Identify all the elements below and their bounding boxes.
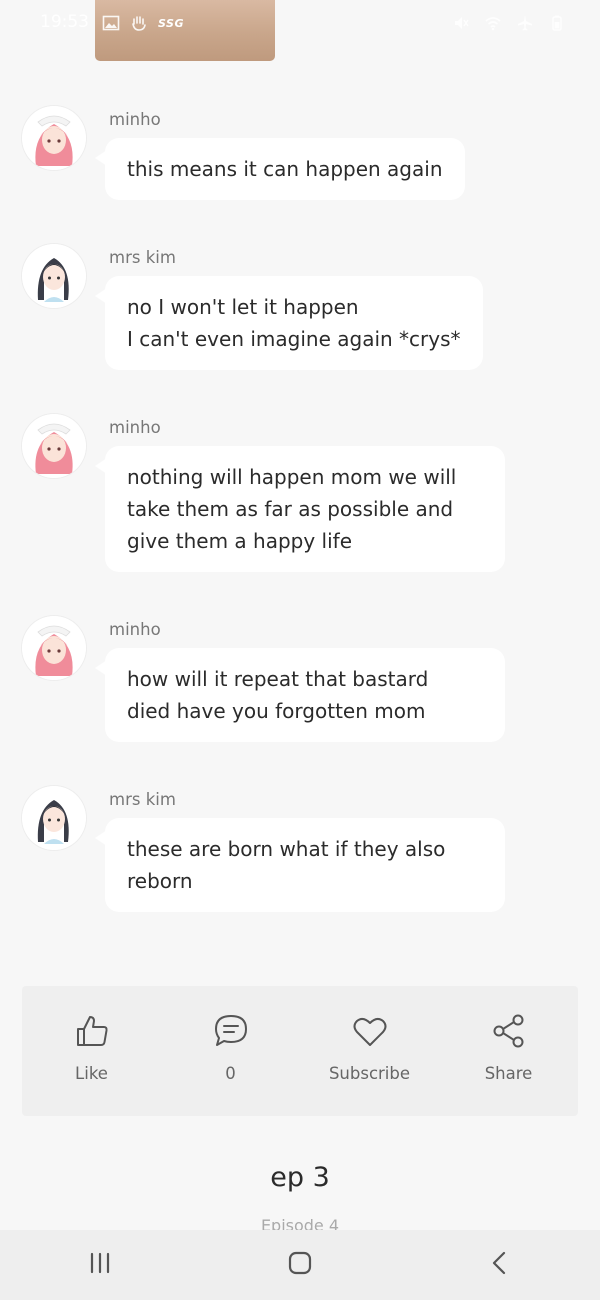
episode-title: ep 3	[270, 1162, 330, 1193]
next-episode-label[interactable]: Episode 4	[0, 1216, 600, 1230]
share-button[interactable]: Share	[439, 986, 578, 1116]
comment-icon	[212, 1012, 250, 1050]
message-text: these are born what if they also	[127, 837, 446, 861]
like-label: Like	[75, 1064, 108, 1083]
home-button[interactable]	[270, 1245, 330, 1285]
sender-name: minho	[109, 620, 161, 639]
pink-hair-avatar[interactable]	[22, 616, 86, 680]
system-nav-bar	[0, 1230, 600, 1300]
message-text: how will it repeat that bastard	[127, 667, 429, 691]
recent-apps-icon	[86, 1249, 114, 1281]
back-icon	[486, 1249, 514, 1281]
message-text: give them a happy life	[127, 529, 352, 553]
status-bar: 19:53 SSG	[0, 0, 600, 61]
comment-count: 0	[225, 1064, 236, 1083]
message-bubble: this means it can happen again	[95, 138, 465, 200]
wifi-icon	[484, 14, 502, 32]
sender-name: mrs kim	[109, 790, 176, 809]
message-text: reborn	[127, 869, 193, 893]
home-icon	[286, 1249, 314, 1281]
sender-name: minho	[109, 110, 161, 129]
heart-icon	[351, 1012, 389, 1050]
message-text: I can't even imagine again *crys*	[127, 327, 461, 351]
status-system-icons	[452, 14, 566, 32]
message-text: this means it can happen again	[127, 157, 443, 181]
message-bubble: these are born what if they also reborn	[95, 818, 505, 912]
recent-apps-button[interactable]	[70, 1245, 130, 1285]
share-label: Share	[484, 1064, 533, 1083]
message-bubble: nothing will happen mom we will take the…	[95, 446, 505, 572]
subscribe-label: Subscribe	[328, 1064, 411, 1083]
image-icon	[102, 14, 120, 32]
dark-hair-avatar[interactable]	[22, 244, 86, 308]
share-icon	[490, 1012, 528, 1050]
message-text: nothing will happen mom we will	[127, 465, 457, 489]
comment-button[interactable]: 0	[161, 986, 300, 1116]
episode-action-bar: Like 0 Subscribe Share	[22, 986, 578, 1116]
hand-icon	[130, 14, 148, 32]
pink-hair-avatar[interactable]	[22, 414, 86, 478]
message-bubble: no I won't let it happen I can't even im…	[95, 276, 483, 370]
message-bubble: how will it repeat that bastard died hav…	[95, 648, 505, 742]
status-time: 19:53	[40, 12, 89, 32]
battery-icon	[548, 14, 566, 32]
sender-name: mrs kim	[109, 248, 176, 267]
airplane-icon	[516, 14, 534, 32]
dark-hair-avatar[interactable]	[22, 786, 86, 850]
status-notification-icons: SSG	[102, 14, 184, 32]
message-text: no I won't let it happen	[127, 295, 359, 319]
message-text: take them as far as possible and	[127, 497, 454, 521]
message-text: died have you forgotten mom	[127, 699, 426, 723]
pink-hair-avatar[interactable]	[22, 106, 86, 170]
mute-icon	[452, 14, 470, 32]
sender-name: minho	[109, 418, 161, 437]
subscribe-button[interactable]: Subscribe	[300, 986, 439, 1116]
ssg-badge: SSG	[158, 16, 184, 30]
thumbs-up-icon	[73, 1012, 111, 1050]
like-button[interactable]: Like	[22, 986, 161, 1116]
back-button[interactable]	[470, 1245, 530, 1285]
